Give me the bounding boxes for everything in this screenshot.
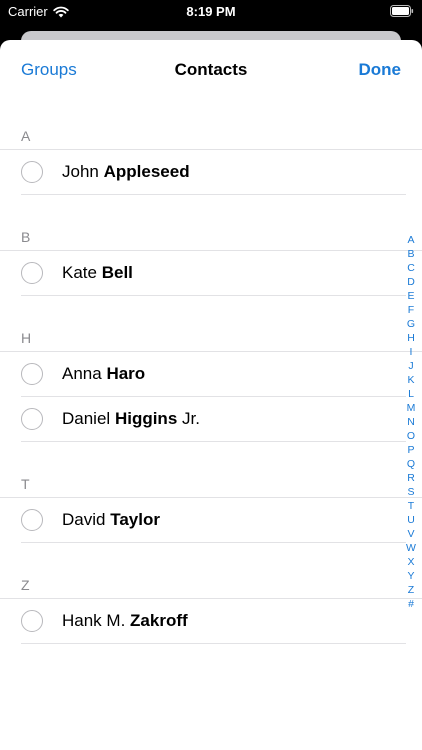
contact-name: Anna Haro xyxy=(62,364,145,384)
index-letter[interactable]: G xyxy=(407,317,415,331)
index-letter[interactable]: E xyxy=(407,289,414,303)
selection-circle-icon[interactable] xyxy=(21,408,43,430)
index-letter[interactable]: F xyxy=(408,303,414,317)
section-header-h: H xyxy=(0,326,422,352)
index-letter[interactable]: Q xyxy=(407,457,415,471)
groups-button[interactable]: Groups xyxy=(21,60,77,80)
contact-row[interactable]: Kate Bell xyxy=(21,251,406,296)
contact-first-name: Hank M. xyxy=(62,611,126,630)
contact-last-name: Appleseed xyxy=(103,162,190,181)
contact-last-name: Zakroff xyxy=(130,611,188,630)
contact-name: Kate Bell xyxy=(62,263,133,283)
contact-suffix: Jr. xyxy=(182,409,200,428)
index-letter[interactable]: R xyxy=(407,471,415,485)
selection-circle-icon[interactable] xyxy=(21,610,43,632)
index-letter[interactable]: C xyxy=(407,261,415,275)
done-button[interactable]: Done xyxy=(359,60,402,80)
section-header-b: B xyxy=(0,225,422,251)
contact-first-name: Kate xyxy=(62,263,97,282)
contact-last-name: Bell xyxy=(101,263,133,282)
contact-last-name: Higgins xyxy=(114,409,178,428)
contacts-sheet: Groups Contacts Done A John Appleseed B Kat… xyxy=(0,40,422,750)
selection-circle-icon[interactable] xyxy=(21,509,43,531)
section-header-t: T xyxy=(0,472,422,498)
contact-row[interactable]: Hank M. Zakroff xyxy=(21,599,406,644)
contact-row[interactable]: Anna Haro xyxy=(21,352,406,397)
contact-row[interactable]: David Taylor xyxy=(21,498,406,543)
contact-row[interactable]: Daniel Higgins Jr. xyxy=(21,397,406,442)
index-letter[interactable]: H xyxy=(407,331,415,345)
selection-circle-icon[interactable] xyxy=(21,262,43,284)
index-letter[interactable]: M xyxy=(407,401,416,415)
contact-name: Daniel Higgins Jr. xyxy=(62,409,200,429)
index-letter[interactable]: B xyxy=(407,247,414,261)
status-bar: Carrier 8:19 PM xyxy=(0,0,422,24)
contact-last-name: Taylor xyxy=(110,510,160,529)
wifi-icon xyxy=(53,6,69,17)
contact-name: Hank M. Zakroff xyxy=(62,611,188,631)
contact-last-name: Haro xyxy=(106,364,146,383)
index-letter[interactable]: V xyxy=(407,527,414,541)
index-letter[interactable]: Z xyxy=(408,583,414,597)
contact-name: John Appleseed xyxy=(62,162,190,182)
index-letter[interactable]: D xyxy=(407,275,415,289)
contact-list: A John Appleseed B Kate Bell H Anna Haro Danie… xyxy=(0,124,422,644)
selection-circle-icon[interactable] xyxy=(21,363,43,385)
contact-first-name: John xyxy=(62,162,99,181)
index-letter[interactable]: J xyxy=(408,359,413,373)
contact-row[interactable]: John Appleseed xyxy=(21,150,406,195)
carrier-label: Carrier xyxy=(8,4,48,19)
contact-name: David Taylor xyxy=(62,510,160,530)
index-letter[interactable]: P xyxy=(407,443,414,457)
contact-first-name: David xyxy=(62,510,106,529)
section-header-z: Z xyxy=(0,573,422,599)
contact-first-name: Anna xyxy=(62,364,102,383)
index-letter[interactable]: S xyxy=(407,485,414,499)
index-letter[interactable]: N xyxy=(407,415,415,429)
carrier-indicator: Carrier xyxy=(8,4,69,19)
contact-first-name: Daniel xyxy=(62,409,111,428)
index-letter[interactable]: # xyxy=(408,597,414,611)
index-letter[interactable]: T xyxy=(408,499,414,513)
index-letter[interactable]: W xyxy=(406,541,416,555)
index-letter[interactable]: O xyxy=(407,429,415,443)
index-letter[interactable]: A xyxy=(407,233,414,247)
index-letter[interactable]: I xyxy=(410,345,413,359)
battery-icon xyxy=(390,5,414,17)
section-header-a: A xyxy=(0,124,422,150)
index-letter[interactable]: U xyxy=(407,513,415,527)
index-letter[interactable]: X xyxy=(407,555,414,569)
index-letter[interactable]: L xyxy=(408,387,414,401)
navigation-bar: Groups Contacts Done xyxy=(0,40,422,100)
index-letter[interactable]: K xyxy=(407,373,414,387)
selection-circle-icon[interactable] xyxy=(21,161,43,183)
index-letter[interactable]: Y xyxy=(407,569,414,583)
section-index[interactable]: A B C D E F G H I J K L M N O P Q R S T U V W X Y Z # xyxy=(404,233,418,611)
